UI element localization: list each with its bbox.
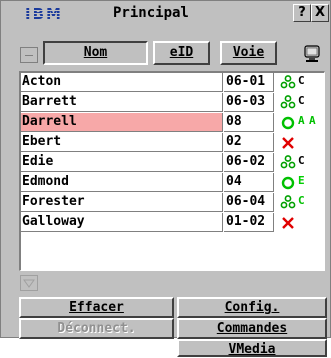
ibm-logo: IBM [25, 5, 63, 23]
users-icon [280, 195, 296, 210]
list-item[interactable]: Forester 06-04 C [21, 193, 325, 212]
green-circle-icon [280, 115, 296, 130]
channel-label: C [298, 194, 305, 207]
server-name: Edmond [21, 173, 223, 192]
list-item[interactable]: Acton 06-01 C [21, 73, 325, 92]
list-item[interactable]: Galloway 01-02 [21, 213, 325, 232]
server-port: 06-01 [224, 73, 274, 92]
server-port: 08 [224, 113, 274, 132]
scroll-up-button[interactable] [20, 47, 38, 63]
channel-label-2: A [309, 114, 316, 127]
clear-label: Effacer [69, 300, 124, 315]
server-list[interactable]: Acton 06-01 C Barrett 06-03 C Darrell 08 A A Ebert… [19, 71, 325, 271]
channel-label: A [298, 114, 305, 127]
channel-label: C [298, 94, 305, 107]
commands-button[interactable]: Commandes [177, 318, 327, 339]
list-item[interactable]: Edie 06-02 C [21, 153, 325, 172]
status-cell: E [276, 173, 324, 192]
channel-label: C [298, 74, 305, 87]
channel-label: E [298, 174, 305, 187]
status-cell [276, 213, 324, 232]
server-name: Edie [21, 153, 223, 172]
server-port: 06-04 [224, 193, 274, 212]
list-item[interactable]: Barrett 06-03 C [21, 93, 325, 112]
config-label: Config. [224, 300, 280, 315]
scroll-down-button[interactable] [20, 275, 38, 291]
users-icon [280, 95, 296, 110]
name-sort-label: Nom [83, 45, 108, 60]
server-port: 06-02 [224, 153, 274, 172]
server-name: Barrett [21, 93, 223, 112]
port-sort-label: Voie [232, 45, 265, 60]
eid-sort-label: eID [169, 45, 194, 60]
status-cell: C [276, 153, 324, 172]
server-name: Forester [21, 193, 223, 212]
monitor-icon[interactable] [304, 45, 320, 63]
status-cell: C [276, 73, 324, 92]
config-button[interactable]: Config. [177, 297, 327, 318]
server-port: 04 [224, 173, 274, 192]
status-cell [276, 133, 324, 152]
vmedia-button[interactable]: VMedia [177, 339, 327, 357]
red-x-icon [280, 215, 296, 230]
sort-by-name-button[interactable]: Nom [43, 41, 148, 65]
disconnect-label: Déconnect. [57, 321, 136, 336]
red-x-icon [280, 135, 296, 150]
help-button[interactable]: ? [293, 4, 311, 22]
sort-by-port-button[interactable]: Voie [220, 41, 277, 65]
green-circle-icon [280, 175, 296, 190]
server-port: 01-02 [224, 213, 274, 232]
vmedia-label: VMedia [228, 342, 276, 357]
chevron-down-icon [23, 279, 35, 288]
clear-button[interactable]: Effacer [19, 297, 174, 318]
title-bar: IBM Principal ? X [3, 3, 329, 24]
channel-label: C [298, 154, 305, 167]
server-port: 06-03 [224, 93, 274, 112]
server-name: Ebert [21, 133, 223, 152]
close-button[interactable]: X [311, 4, 329, 22]
list-item[interactable]: Darrell 08 A A [21, 113, 325, 132]
main-window: IBM Principal ? X Nom eID Voie Acton 06-0… [0, 0, 331, 357]
server-port: 02 [224, 133, 274, 152]
status-cell: C [276, 93, 324, 112]
commands-label: Commandes [216, 321, 288, 336]
sort-by-eid-button[interactable]: eID [153, 41, 210, 65]
window-title: Principal [113, 5, 189, 21]
status-cell: AA [276, 113, 324, 132]
status-cell: C [276, 193, 324, 212]
users-icon [280, 75, 296, 90]
disconnect-button[interactable]: Déconnect. [19, 318, 174, 339]
list-item[interactable]: Edmond 04 E [21, 173, 325, 192]
server-name: Acton [21, 73, 223, 92]
users-icon [280, 155, 296, 170]
server-name: Darrell [21, 113, 223, 132]
server-name: Galloway [21, 213, 223, 232]
list-item[interactable]: Ebert 02 [21, 133, 325, 152]
